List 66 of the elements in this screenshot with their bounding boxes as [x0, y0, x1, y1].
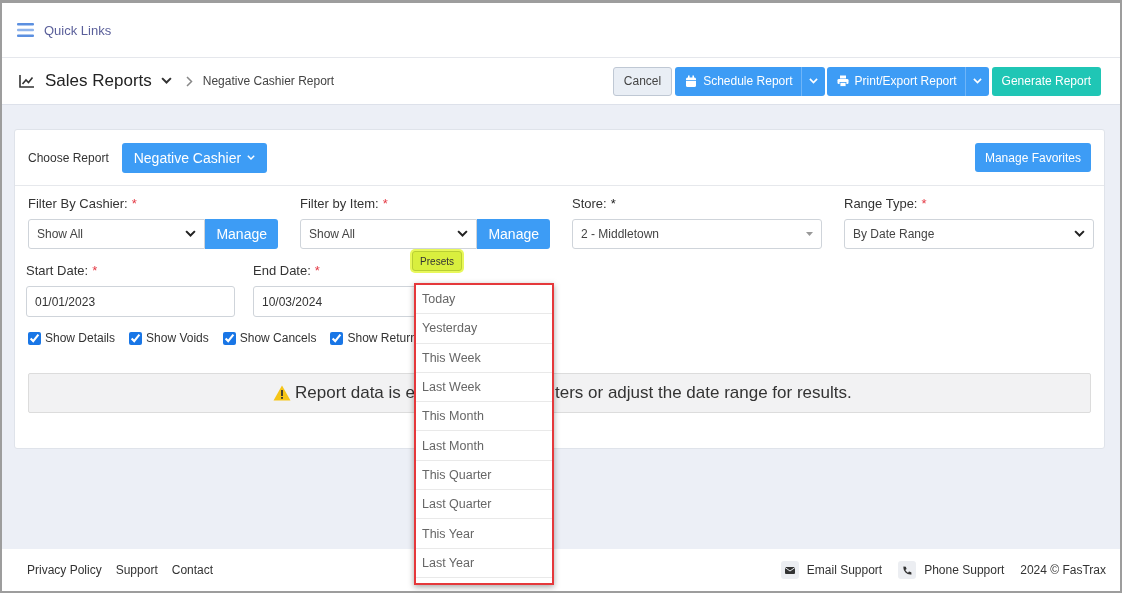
- chevron-down-icon: [160, 77, 172, 85]
- asterisk: *: [131, 196, 137, 211]
- chevron-down-icon: [808, 77, 818, 85]
- chevron-down-icon: [972, 77, 982, 85]
- support-link[interactable]: Phone Support: [924, 563, 1005, 577]
- menu-item[interactable]: This Month: [416, 402, 552, 432]
- page-title: Sales Reports: [45, 71, 152, 91]
- checkbox[interactable]: [330, 331, 344, 345]
- menu-item[interactable]: Last Week: [416, 372, 552, 403]
- field-label: Range Type:: [844, 196, 918, 211]
- asterisk: *: [92, 263, 98, 278]
- asterisk: *: [610, 196, 616, 211]
- caret-down-icon: [806, 232, 813, 236]
- select-field[interactable]: Show All: [300, 219, 478, 249]
- menu-item[interactable]: Yesterday: [416, 314, 552, 344]
- dropdown-toggle[interactable]: [800, 66, 825, 96]
- checkbox-label: Show Voids: [146, 331, 209, 345]
- field-label: Filter by Item:: [300, 196, 379, 211]
- chevron-down-icon: [185, 230, 197, 238]
- menu-item[interactable]: Today: [416, 285, 552, 315]
- select-field[interactable]: 2 - Middletown: [572, 219, 822, 249]
- notice-text: ters or adjust the date range for results.: [555, 383, 853, 403]
- field-label: Filter By Cashier:: [28, 196, 128, 211]
- copyright: 2024 © FasTrax: [1020, 563, 1106, 577]
- checkbox[interactable]: [129, 331, 143, 345]
- footer-link[interactable]: Contact: [171, 563, 214, 577]
- line-chart-icon: [19, 74, 34, 88]
- menu-icon: [17, 23, 34, 37]
- dropdown-toggle[interactable]: [964, 66, 989, 96]
- footer-link[interactable]: Support: [115, 563, 158, 577]
- select-field[interactable]: By Date Range: [844, 219, 1094, 249]
- footer-link[interactable]: Privacy Policy: [27, 563, 102, 577]
- date-input[interactable]: 01/01/2023: [26, 286, 235, 317]
- menu-item[interactable]: Last Quarter: [416, 490, 552, 520]
- asterisk: *: [382, 196, 388, 211]
- menu-item[interactable]: This Week: [416, 343, 552, 373]
- notice-text: Report data is e: [295, 383, 415, 403]
- envelope-icon: [780, 561, 799, 579]
- calendar-icon: [685, 75, 698, 87]
- asterisk: *: [921, 196, 927, 211]
- field-label: End Date:: [253, 263, 311, 278]
- field-label: Store:: [572, 196, 607, 211]
- menu-item[interactable]: This Quarter: [416, 460, 552, 491]
- field-label: Start Date:: [26, 263, 89, 278]
- printer-icon: [836, 75, 849, 87]
- chevron-down-icon: [457, 230, 469, 238]
- field-label: Choose Report: [28, 150, 109, 165]
- checkbox-label: Show Details: [45, 331, 116, 345]
- breadcrumb: Negative Cashier Report: [202, 74, 335, 88]
- support-link[interactable]: Email Support: [806, 563, 883, 577]
- chevron-right-icon: [185, 75, 193, 87]
- presets-button[interactable]: Presets: [412, 251, 462, 271]
- warning-icon: [273, 385, 291, 401]
- menu-item[interactable]: Last Month: [416, 431, 552, 461]
- select-field[interactable]: Show All: [28, 219, 206, 249]
- menu-item[interactable]: Last Year: [416, 548, 552, 578]
- phone-icon: [898, 561, 917, 579]
- chevron-down-icon: [247, 154, 256, 161]
- chevron-down-icon: [1074, 230, 1085, 238]
- checkbox[interactable]: [28, 331, 41, 345]
- menu-item[interactable]: This Year: [416, 519, 552, 549]
- checkbox-label: Show Cancels: [239, 331, 317, 345]
- asterisk: *: [314, 263, 320, 278]
- cancel-button[interactable]: Cancel: [612, 66, 673, 96]
- quick-links-link[interactable]: Quick Links: [44, 22, 112, 38]
- checkbox[interactable]: [222, 331, 236, 345]
